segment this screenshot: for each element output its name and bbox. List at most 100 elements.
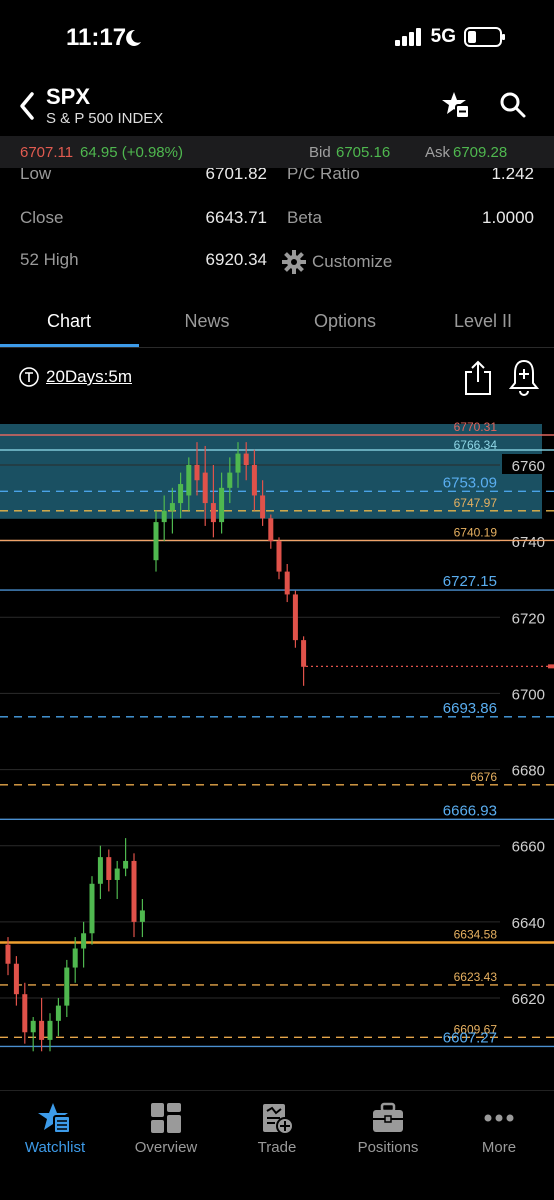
quote-header: SPX S & P 500 INDEX [0, 80, 554, 132]
level-label: 6727.15 [443, 573, 497, 590]
back-chevron-icon[interactable] [14, 88, 42, 124]
price-chart[interactable]: 6760 6740 6720 6700 6680 6660 6640 6620 6770.31 6… [0, 418, 554, 1090]
close-value: 6643.71 [205, 208, 267, 227]
level-label: 6607.27 [443, 1029, 497, 1046]
nav-trade[interactable]: Trade [222, 1101, 332, 1156]
quote-bar: 6707.11 64.95 (+0.98%) Bid 6705.16 Ask 6… [0, 136, 554, 168]
stats-row-low: Low 6701.82 P/C Ratio 1.242 [0, 168, 554, 188]
tab-chart[interactable]: Chart [0, 311, 138, 332]
stats-panel: Low 6701.82 P/C Ratio 1.242 Close 6643.7… [0, 168, 554, 283]
nav-overview[interactable]: Overview [111, 1101, 221, 1156]
candle [123, 860, 129, 869]
network-label: 5G [430, 26, 456, 47]
candle [227, 472, 233, 488]
candle [55, 1005, 61, 1021]
high52-label: 52 High [20, 250, 79, 269]
nav-more[interactable]: More [444, 1101, 554, 1156]
low-label: Low [20, 168, 52, 183]
customize-label: Customize [312, 252, 393, 271]
candle [210, 503, 216, 523]
period-selector[interactable]: 20Days:5m [18, 366, 132, 388]
level-label: 6770.31 [454, 420, 498, 434]
nav-watchlist-label: Watchlist [24, 1139, 86, 1156]
stats-row-close: Close 6643.71 Beta 1.0000 [0, 208, 554, 232]
watchlist-icon [38, 1103, 71, 1134]
trade-icon [263, 1104, 294, 1135]
nav-positions[interactable]: Positions [333, 1101, 443, 1156]
status-indicators: 5G [394, 26, 506, 48]
candle [131, 860, 137, 922]
gear-icon [282, 250, 306, 274]
candle [114, 868, 120, 880]
ask-value: 6709.28 [453, 143, 508, 161]
candle [22, 994, 28, 1033]
level-label: 6693.86 [443, 700, 497, 717]
candle [153, 522, 159, 561]
active-tab-indicator [0, 344, 139, 347]
candle [97, 857, 103, 884]
high52-value: 6920.34 [205, 250, 267, 269]
symbol-title: SPX [46, 84, 91, 109]
customize-button[interactable]: Customize [282, 250, 392, 274]
price-tick-label: 6740 [512, 534, 545, 551]
current-price-marker [548, 664, 554, 669]
tab-options[interactable]: Options [276, 311, 414, 332]
candle [301, 640, 307, 667]
level-label: 6740.19 [454, 525, 498, 539]
nav-trade-label: Trade [257, 1139, 297, 1156]
low-value: 6701.82 [205, 168, 267, 183]
candle [260, 495, 266, 519]
more-icon [484, 1114, 514, 1122]
candle [235, 453, 241, 473]
price-tick-label: 6660 [512, 839, 545, 856]
nav-watchlist[interactable]: Watchlist [0, 1101, 110, 1156]
candle [106, 857, 112, 880]
briefcase-icon [373, 1102, 403, 1132]
candle [13, 963, 19, 995]
candle [194, 465, 200, 481]
beta-label: Beta [287, 208, 322, 227]
chart-toolbar: 20Days:5m [0, 356, 554, 400]
candle [243, 453, 249, 465]
candle [219, 487, 225, 523]
tab-bar: Chart News Options Level II [0, 300, 554, 348]
tab-news[interactable]: News [138, 311, 276, 332]
candle [178, 484, 184, 504]
battery-icon [464, 27, 505, 47]
last-price: 6707.11 [20, 143, 74, 161]
period-label: 20Days:5m [46, 367, 132, 386]
level-label: 6666.93 [443, 802, 497, 819]
candle [292, 594, 298, 641]
share-icon[interactable] [463, 360, 493, 396]
level-label: 6747.97 [454, 496, 498, 510]
period-icon [19, 367, 39, 387]
overview-icon [151, 1103, 181, 1133]
tab-level-ii[interactable]: Level II [414, 311, 552, 332]
symbol-name: S & P 500 INDEX [46, 110, 164, 127]
status-bar: 11:17 5G [0, 0, 554, 78]
alert-bell-icon[interactable] [508, 358, 540, 396]
candle [161, 510, 167, 523]
pc-ratio-label: P/C Ratio [287, 168, 360, 183]
close-label: Close [20, 208, 64, 227]
level-label: 6753.09 [443, 474, 497, 491]
candle [268, 518, 274, 542]
candle [39, 1020, 45, 1040]
price-tick-label: 6720 [512, 610, 545, 627]
price-tick-label: 6620 [512, 991, 545, 1008]
candle [251, 465, 257, 496]
moon-icon [126, 29, 141, 46]
candle [5, 944, 11, 964]
beta-value: 1.0000 [482, 208, 534, 227]
candle [47, 1020, 53, 1040]
nav-positions-label: Positions [357, 1139, 419, 1156]
candle [169, 503, 175, 511]
candle [89, 883, 95, 934]
stats-row-52high: 52 High 6920.34 Customize [0, 250, 554, 274]
level-label: 6623.43 [454, 970, 498, 984]
price-tick-label: 6640 [512, 915, 545, 932]
candle [72, 948, 78, 968]
candle [81, 933, 87, 949]
search-icon[interactable] [498, 90, 528, 120]
watchlist-add-icon[interactable] [441, 90, 471, 120]
